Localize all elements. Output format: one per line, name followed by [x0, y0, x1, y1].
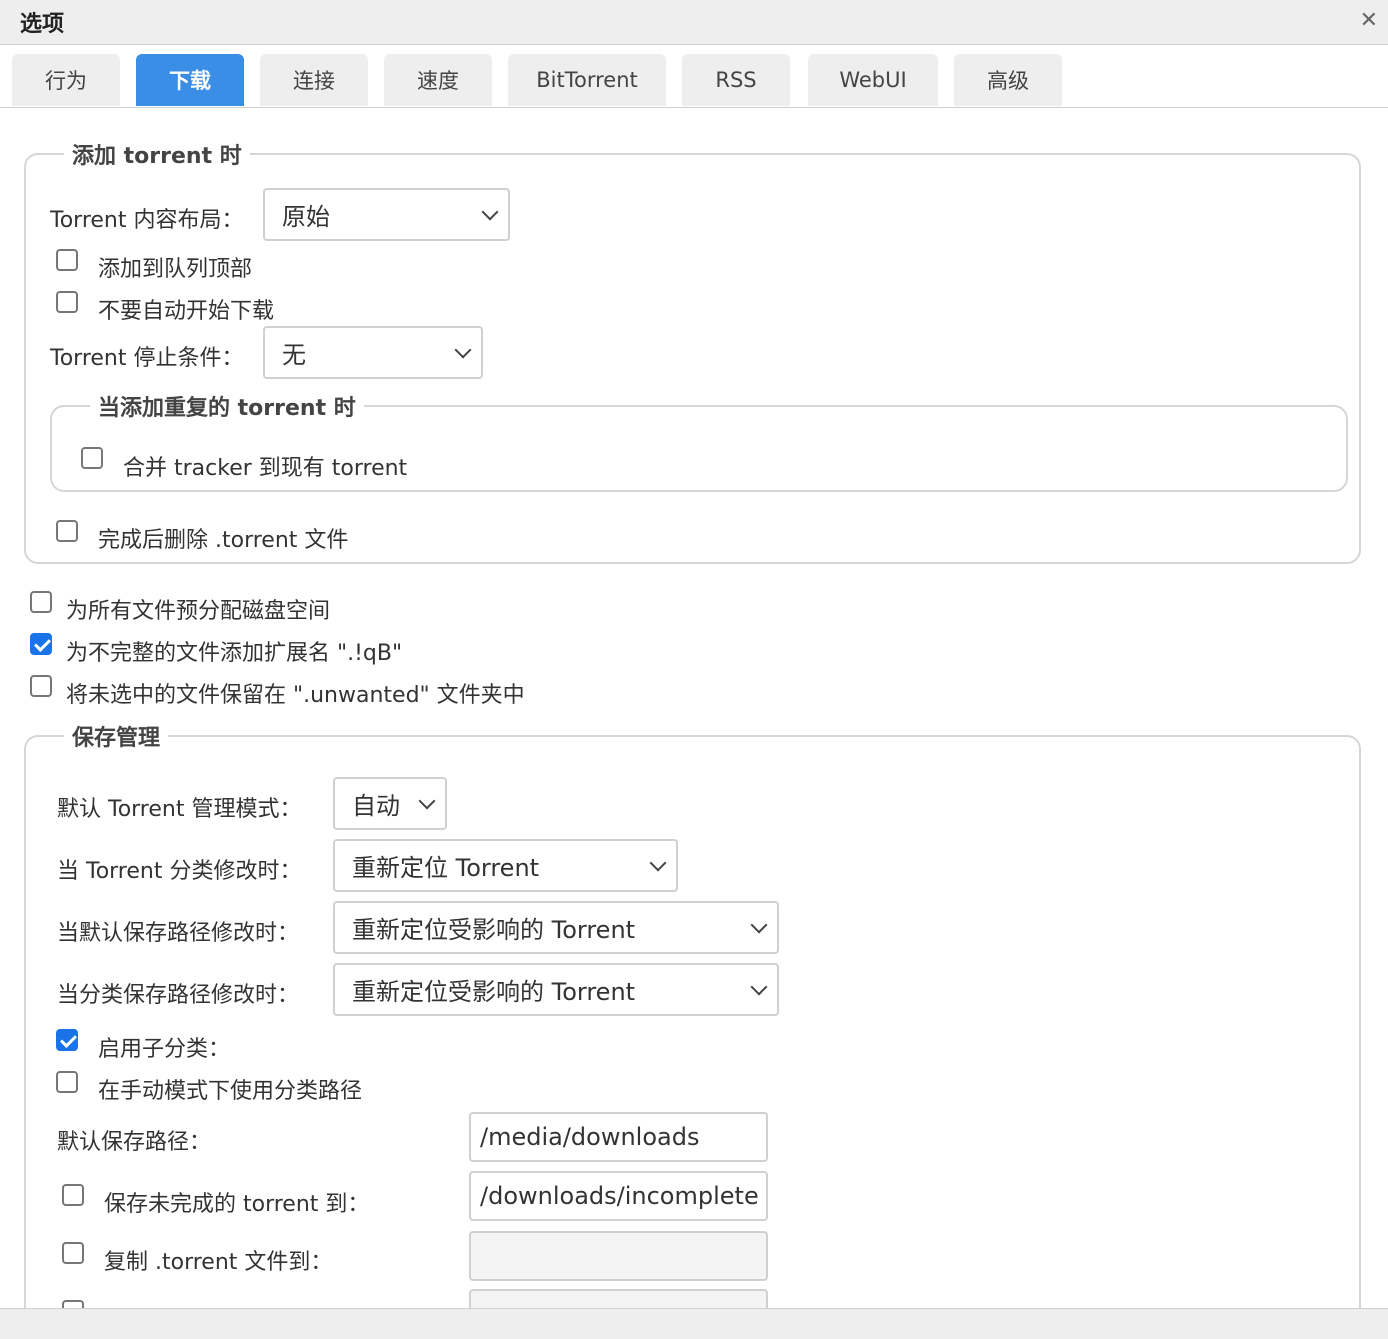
content-layout-value: 原始 [282, 203, 330, 231]
duplicate-torrent-legend: 当添加重复的 torrent 时 [90, 390, 364, 422]
delete-torrent-file-label: 完成后删除 .torrent 文件 [98, 528, 349, 553]
tab-bar: 行为 下载 连接 速度 BitTorrent RSS WebUI 高级 [0, 45, 1388, 108]
chevron-down-icon [481, 203, 499, 220]
dialog-titlebar: 选项 ✕ [0, 0, 1388, 45]
add-torrent-fieldset: 添加 torrent 时 Torrent 内容布局： 原始 添加到队列顶部 不要… [24, 138, 1361, 564]
add-to-top-label: 添加到队列顶部 [98, 257, 253, 282]
tab-webui[interactable]: WebUI [808, 54, 938, 106]
append-qb-extension-checkbox[interactable] [30, 633, 52, 655]
chevron-down-icon [649, 854, 667, 871]
save-management-fieldset: 保存管理 默认 Torrent 管理模式： 自动 当 Torrent 分类修改时… [24, 720, 1361, 1308]
category-changed-select[interactable]: 重新定位 Torrent [333, 839, 678, 892]
copy-torrent-label: 复制 .torrent 文件到： [104, 1250, 333, 1275]
merge-trackers-label: 合并 tracker 到现有 torrent [123, 456, 408, 481]
add-torrent-legend: 添加 torrent 时 [64, 138, 250, 170]
manual-category-path-label: 在手动模式下使用分类路径 [98, 1079, 363, 1104]
chevron-down-icon [750, 978, 768, 995]
next-option-input[interactable] [469, 1289, 768, 1308]
default-path-changed-select[interactable]: 重新定位受影响的 Torrent [333, 901, 779, 954]
append-qb-extension-label: 为不完整的文件添加扩展名 ".!qB" [66, 641, 403, 666]
merge-trackers-checkbox[interactable] [81, 447, 103, 469]
tab-advanced[interactable]: 高级 [954, 54, 1062, 106]
default-mode-label: 默认 Torrent 管理模式： [57, 797, 302, 822]
content-layout-select[interactable]: 原始 [263, 188, 510, 241]
incomplete-path-checkbox[interactable] [62, 1184, 84, 1206]
preallocate-checkbox[interactable] [30, 591, 52, 613]
incomplete-path-input[interactable]: /downloads/incomplete [469, 1171, 768, 1221]
delete-torrent-file-checkbox[interactable] [56, 520, 78, 542]
options-content[interactable]: 添加 torrent 时 Torrent 内容布局： 原始 添加到队列顶部 不要… [0, 108, 1388, 1308]
tab-behavior[interactable]: 行为 [12, 54, 120, 106]
category-changed-label: 当 Torrent 分类修改时： [57, 859, 302, 884]
next-option-checkbox[interactable] [62, 1300, 84, 1308]
content-layout-label: Torrent 内容布局： [50, 208, 244, 233]
subcategories-checkbox[interactable] [56, 1029, 78, 1051]
preallocate-label: 为所有文件预分配磁盘空间 [66, 599, 331, 624]
default-mode-select[interactable]: 自动 [333, 777, 447, 830]
default-mode-value: 自动 [352, 792, 400, 820]
category-changed-value: 重新定位 Torrent [352, 854, 540, 882]
stop-condition-select[interactable]: 无 [263, 326, 483, 379]
default-save-path-label: 默认保存路径： [57, 1130, 212, 1155]
incomplete-path-label: 保存未完成的 torrent 到： [104, 1192, 370, 1217]
default-save-path-input[interactable]: /media/downloads [469, 1112, 768, 1162]
chevron-down-icon [454, 341, 472, 358]
copy-torrent-input[interactable] [469, 1231, 768, 1281]
tab-downloads[interactable]: 下载 [136, 54, 244, 106]
default-path-changed-label: 当默认保存路径修改时： [57, 921, 300, 946]
tab-bittorrent[interactable]: BitTorrent [508, 54, 666, 106]
duplicate-torrent-fieldset: 当添加重复的 torrent 时 合并 tracker 到现有 torrent [50, 390, 1348, 492]
copy-torrent-checkbox[interactable] [62, 1242, 84, 1264]
unwanted-folder-checkbox[interactable] [30, 675, 52, 697]
chevron-down-icon [750, 916, 768, 933]
tab-speed[interactable]: 速度 [384, 54, 492, 106]
manual-category-path-checkbox[interactable] [56, 1071, 78, 1093]
category-path-changed-select[interactable]: 重新定位受影响的 Torrent [333, 963, 779, 1016]
chevron-down-icon [418, 792, 436, 809]
default-path-changed-value: 重新定位受影响的 Torrent [352, 916, 636, 944]
dialog-title: 选项 [20, 12, 65, 37]
subcategories-label: 启用子分类： [98, 1037, 231, 1062]
dialog-footer [0, 1308, 1388, 1339]
unwanted-folder-label: 将未选中的文件保留在 ".unwanted" 文件夹中 [66, 683, 525, 708]
tab-rss[interactable]: RSS [682, 54, 790, 106]
category-path-changed-label: 当分类保存路径修改时： [57, 983, 300, 1008]
dont-start-label: 不要自动开始下载 [98, 299, 275, 324]
stop-condition-value: 无 [282, 341, 306, 369]
save-management-legend: 保存管理 [64, 720, 169, 752]
tab-connection[interactable]: 连接 [260, 54, 368, 106]
stop-condition-label: Torrent 停止条件： [50, 346, 244, 371]
add-to-top-checkbox[interactable] [56, 249, 78, 271]
close-icon[interactable]: ✕ [1360, 8, 1378, 33]
dont-start-checkbox[interactable] [56, 291, 78, 313]
category-path-changed-value: 重新定位受影响的 Torrent [352, 978, 636, 1006]
